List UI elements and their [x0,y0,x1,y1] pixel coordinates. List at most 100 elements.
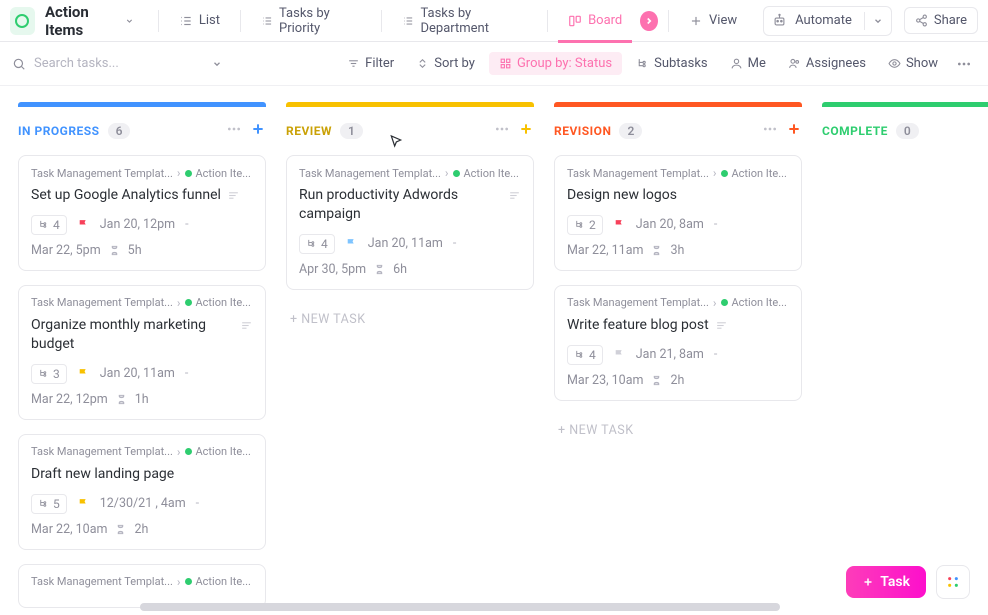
add-view-button[interactable]: View [679,7,747,34]
fab-area: Task [846,565,970,599]
start-date: Jan 20, 11am [100,366,175,381]
status-dot-icon [185,299,192,306]
me-button[interactable]: Me [722,52,774,75]
flag-icon [345,237,358,250]
subtask-count[interactable]: 4 [31,215,67,235]
new-task-fab[interactable]: Task [846,566,926,598]
plus-icon [518,121,534,137]
task-title: Set up Google Analytics funnel [31,186,221,205]
automate-caret[interactable] [864,12,883,30]
subtask-count[interactable]: 2 [567,215,603,235]
task-card[interactable]: Task Management Templat... › Action Ite.… [18,155,266,271]
next-view-button[interactable] [640,11,658,31]
column-add-button[interactable] [250,121,266,141]
time-estimate: 1h [135,392,149,407]
subtask-count[interactable]: 4 [567,345,603,365]
task-card[interactable]: Task Management Templat... › Action Ite.… [18,564,266,608]
subtask-count[interactable]: 5 [31,494,67,514]
flag-icon [613,218,626,231]
subtask-icon [38,219,49,230]
more-icon [956,56,972,72]
column-more-button[interactable] [494,121,510,141]
search-icon [12,57,26,71]
crumb-list: Action Ite... [464,167,519,180]
board-icon [568,14,582,28]
task-card[interactable]: Task Management Templat... › Action Ite.… [286,155,534,290]
task-title: Organize monthly marketing budget [31,316,234,354]
column-more-button[interactable] [762,121,778,141]
apps-fab[interactable] [936,565,970,599]
task-card[interactable]: Task Management Templat... › Action Ite.… [18,434,266,550]
dash: - [714,347,717,362]
task-card[interactable]: Task Management Templat... › Action Ite.… [18,285,266,420]
breadcrumb[interactable]: Task Management Templat... › Action Ite.… [31,575,253,589]
breadcrumb[interactable]: Task Management Templat... › Action Ite.… [31,445,253,459]
view-department[interactable]: Tasks by Department [392,0,537,42]
chevron-right-icon [644,16,654,26]
search-input[interactable] [34,56,174,71]
more-icon [762,121,778,137]
flag-icon [77,367,90,380]
new-task-button[interactable]: + NEW TASK [286,304,534,335]
robot-icon [772,13,787,28]
breadcrumb[interactable]: Task Management Templat... › Action Ite.… [299,166,521,180]
show-button[interactable]: Show [880,52,946,75]
app-logo[interactable] [10,7,35,35]
column-more-button[interactable] [226,121,242,141]
description-icon [508,189,521,202]
view-priority[interactable]: Tasks by Priority [251,0,372,42]
dash: - [185,217,188,232]
board[interactable]: IN PROGRESS 6 Task Management Templat...… [0,86,988,615]
dash: - [453,236,456,251]
chevron-down-icon[interactable] [212,59,222,69]
column-header: IN PROGRESS 6 [18,121,266,141]
automate-button[interactable]: Automate [763,6,892,36]
space-title: Action Items [45,3,121,39]
subtask-icon [636,57,649,70]
column-add-button[interactable] [518,121,534,141]
topbar: Action Items List Tasks by Priority Task… [0,0,988,42]
status-dot-icon [721,170,728,177]
due-date: Apr 30, 5pm [299,262,366,277]
view-list[interactable]: List [169,7,230,34]
column-add-button[interactable] [786,121,802,141]
crumb-list: Action Ite... [196,575,251,588]
column-header: REVIEW 1 [286,121,534,141]
sort-icon [416,57,429,70]
hourglass-icon [115,524,126,535]
chevron-right-icon: › [177,166,181,180]
task-card[interactable]: Task Management Templat... › Action Ite.… [554,155,802,271]
task-title: Run productivity Adwords campaign [299,186,502,224]
task-card[interactable]: Task Management Templat... › Action Ite.… [554,285,802,401]
breadcrumb[interactable]: Task Management Templat... › Action Ite.… [31,166,253,180]
more-button[interactable] [952,52,976,76]
task-title: Write feature blog post [567,316,709,335]
start-date: Jan 21, 8am [636,347,704,362]
task-title: Draft new landing page [31,465,174,484]
subtask-count[interactable]: 4 [299,234,335,254]
breadcrumb[interactable]: Task Management Templat... › Action Ite.… [567,166,789,180]
view-board[interactable]: Board [558,7,632,34]
crumb-list: Action Ite... [196,167,251,180]
people-icon [788,57,801,70]
crumb-folder: Task Management Templat... [567,167,709,180]
share-button[interactable]: Share [904,7,978,34]
divider [381,10,382,32]
subtasks-button[interactable]: Subtasks [628,52,716,75]
chevron-down-icon [873,16,883,26]
plus-icon [862,576,874,588]
space-title-button[interactable]: Action Items [45,3,134,39]
assignees-button[interactable]: Assignees [780,52,874,75]
list-icon [402,14,414,28]
search-wrap [12,56,222,71]
column-title: REVIEW [286,124,332,138]
new-task-button[interactable]: + NEW TASK [554,415,802,446]
sort-button[interactable]: Sort by [408,52,483,75]
column-count: 0 [896,123,919,139]
breadcrumb[interactable]: Task Management Templat... › Action Ite.… [567,296,789,310]
breadcrumb[interactable]: Task Management Templat... › Action Ite.… [31,296,253,310]
group-by-button[interactable]: Group by: Status [489,52,622,75]
filter-button[interactable]: Filter [339,52,402,75]
subtask-count[interactable]: 3 [31,364,67,384]
horizontal-scrollbar[interactable] [140,603,780,611]
